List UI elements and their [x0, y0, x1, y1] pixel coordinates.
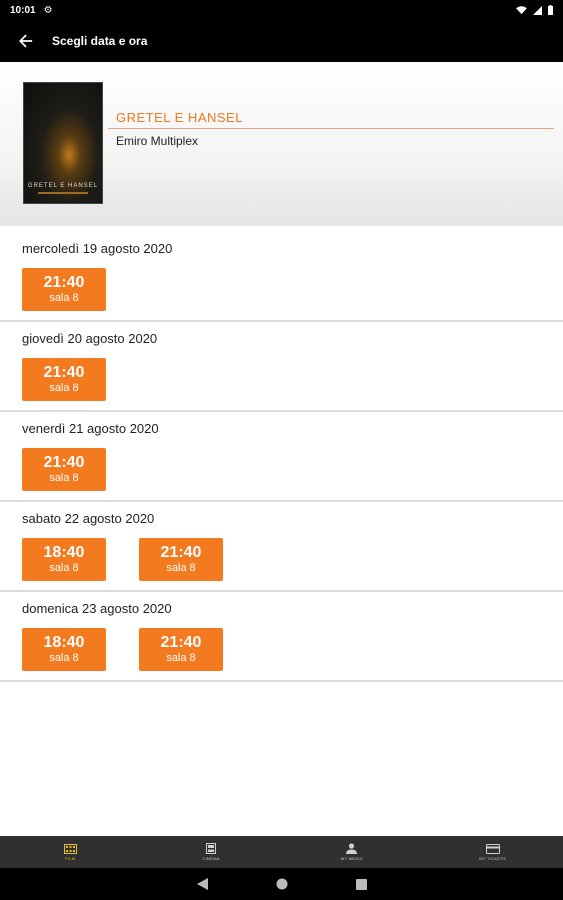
showtime-button[interactable]: 18:40 sala 8 [22, 628, 106, 671]
showtimes: 21:40 sala 8 [22, 448, 106, 491]
showtime-button[interactable]: 21:40 sala 8 [22, 268, 106, 311]
showtimes: 21:40 sala 8 [22, 358, 106, 401]
system-nav-bar [0, 868, 563, 900]
showtime-time: 21:40 [43, 274, 85, 291]
day-row: venerdì 21 agosto 2020 21:40 sala 8 [0, 412, 563, 502]
cinema-name: Emiro Multiplex [116, 134, 199, 148]
back-button[interactable] [0, 20, 52, 62]
nav-item-cinema[interactable]: CINEMA [141, 836, 282, 868]
nav-item-film[interactable]: FILM [0, 836, 141, 868]
day-row: mercoledì 19 agosto 2020 21:40 sala 8 [0, 232, 563, 322]
nav-label: MY TICKETS [479, 855, 507, 861]
showtime-button[interactable]: 21:40 sala 8 [139, 628, 223, 671]
system-home-button[interactable] [276, 878, 288, 890]
showtime-room: sala 8 [166, 562, 196, 574]
nav-item-my-medic[interactable]: MY MEDIC [282, 836, 423, 868]
showtime-button[interactable]: 21:40 sala 8 [22, 358, 106, 401]
showtime-button[interactable]: 21:40 sala 8 [22, 448, 106, 491]
day-label: domenica 23 agosto 2020 [22, 601, 172, 616]
system-back-button[interactable] [196, 878, 208, 890]
wifi-icon [516, 5, 527, 14]
status-icons [516, 5, 553, 15]
bottom-nav: FILM CINEMA MY MEDIC MY TICKETS [0, 836, 563, 868]
showtime-room: sala 8 [49, 472, 79, 484]
app-bar: Scegli data e ora [0, 20, 563, 62]
showtime-time: 21:40 [160, 634, 202, 651]
ticket-icon [485, 843, 500, 854]
nav-label: FILM [65, 855, 76, 861]
showtime-time: 18:40 [43, 544, 85, 561]
battery-icon [548, 5, 553, 15]
day-row: giovedì 20 agosto 2020 21:40 sala 8 [0, 322, 563, 412]
film-icon [63, 843, 77, 854]
arrow-back-icon [19, 34, 33, 48]
person-icon [346, 843, 358, 854]
day-row: domenica 23 agosto 2020 18:40 sala 8 21:… [0, 592, 563, 682]
day-label: sabato 22 agosto 2020 [22, 511, 155, 526]
showtimes: 21:40 sala 8 [22, 268, 106, 311]
showtime-room: sala 8 [49, 382, 79, 394]
page-title: Scegli data e ora [52, 34, 148, 48]
showtime-button[interactable]: 21:40 sala 8 [139, 538, 223, 581]
signal-icon [533, 5, 542, 15]
showtime-room: sala 8 [49, 292, 79, 304]
nav-item-my-tickets[interactable]: MY TICKETS [422, 836, 563, 868]
status-time: 10:01 [10, 4, 36, 16]
showtimes-list: mercoledì 19 agosto 2020 21:40 sala 8 gi… [0, 232, 563, 682]
showtime-time: 21:40 [160, 544, 202, 561]
day-label: venerdì 21 agosto 2020 [22, 421, 159, 436]
nav-label: MY MEDIC [340, 856, 364, 861]
poster-line [38, 192, 88, 194]
film-header: GRETEL E HANSEL GRETEL E HANSEL Emiro Mu… [0, 62, 563, 226]
settings-icon: ⚙ [43, 4, 53, 16]
circle-home-icon [276, 878, 287, 890]
showtime-room: sala 8 [49, 562, 79, 574]
showtimes: 18:40 sala 8 21:40 sala 8 [22, 628, 223, 671]
poster-title: GRETEL E HANSEL [27, 183, 99, 189]
showtime-time: 21:40 [43, 454, 85, 471]
showtime-button[interactable]: 18:40 sala 8 [22, 538, 106, 581]
showtime-room: sala 8 [49, 652, 79, 664]
nav-label: CINEMA [202, 856, 220, 861]
cinema-icon [206, 843, 217, 854]
film-title: GRETEL E HANSEL [116, 110, 243, 125]
film-poster: GRETEL E HANSEL [23, 82, 103, 204]
triangle-back-icon [196, 878, 208, 890]
showtime-time: 21:40 [43, 364, 85, 381]
day-label: giovedì 20 agosto 2020 [22, 331, 158, 346]
square-recents-icon [355, 878, 367, 890]
day-label: mercoledì 19 agosto 2020 [22, 241, 173, 256]
day-row: sabato 22 agosto 2020 18:40 sala 8 21:40… [0, 502, 563, 592]
status-bar: 10:01 ⚙ [0, 0, 563, 20]
showtimes: 18:40 sala 8 21:40 sala 8 [22, 538, 223, 581]
showtime-room: sala 8 [166, 652, 196, 664]
showtime-time: 18:40 [43, 634, 85, 651]
system-recents-button[interactable] [355, 878, 367, 890]
title-divider [108, 128, 554, 129]
